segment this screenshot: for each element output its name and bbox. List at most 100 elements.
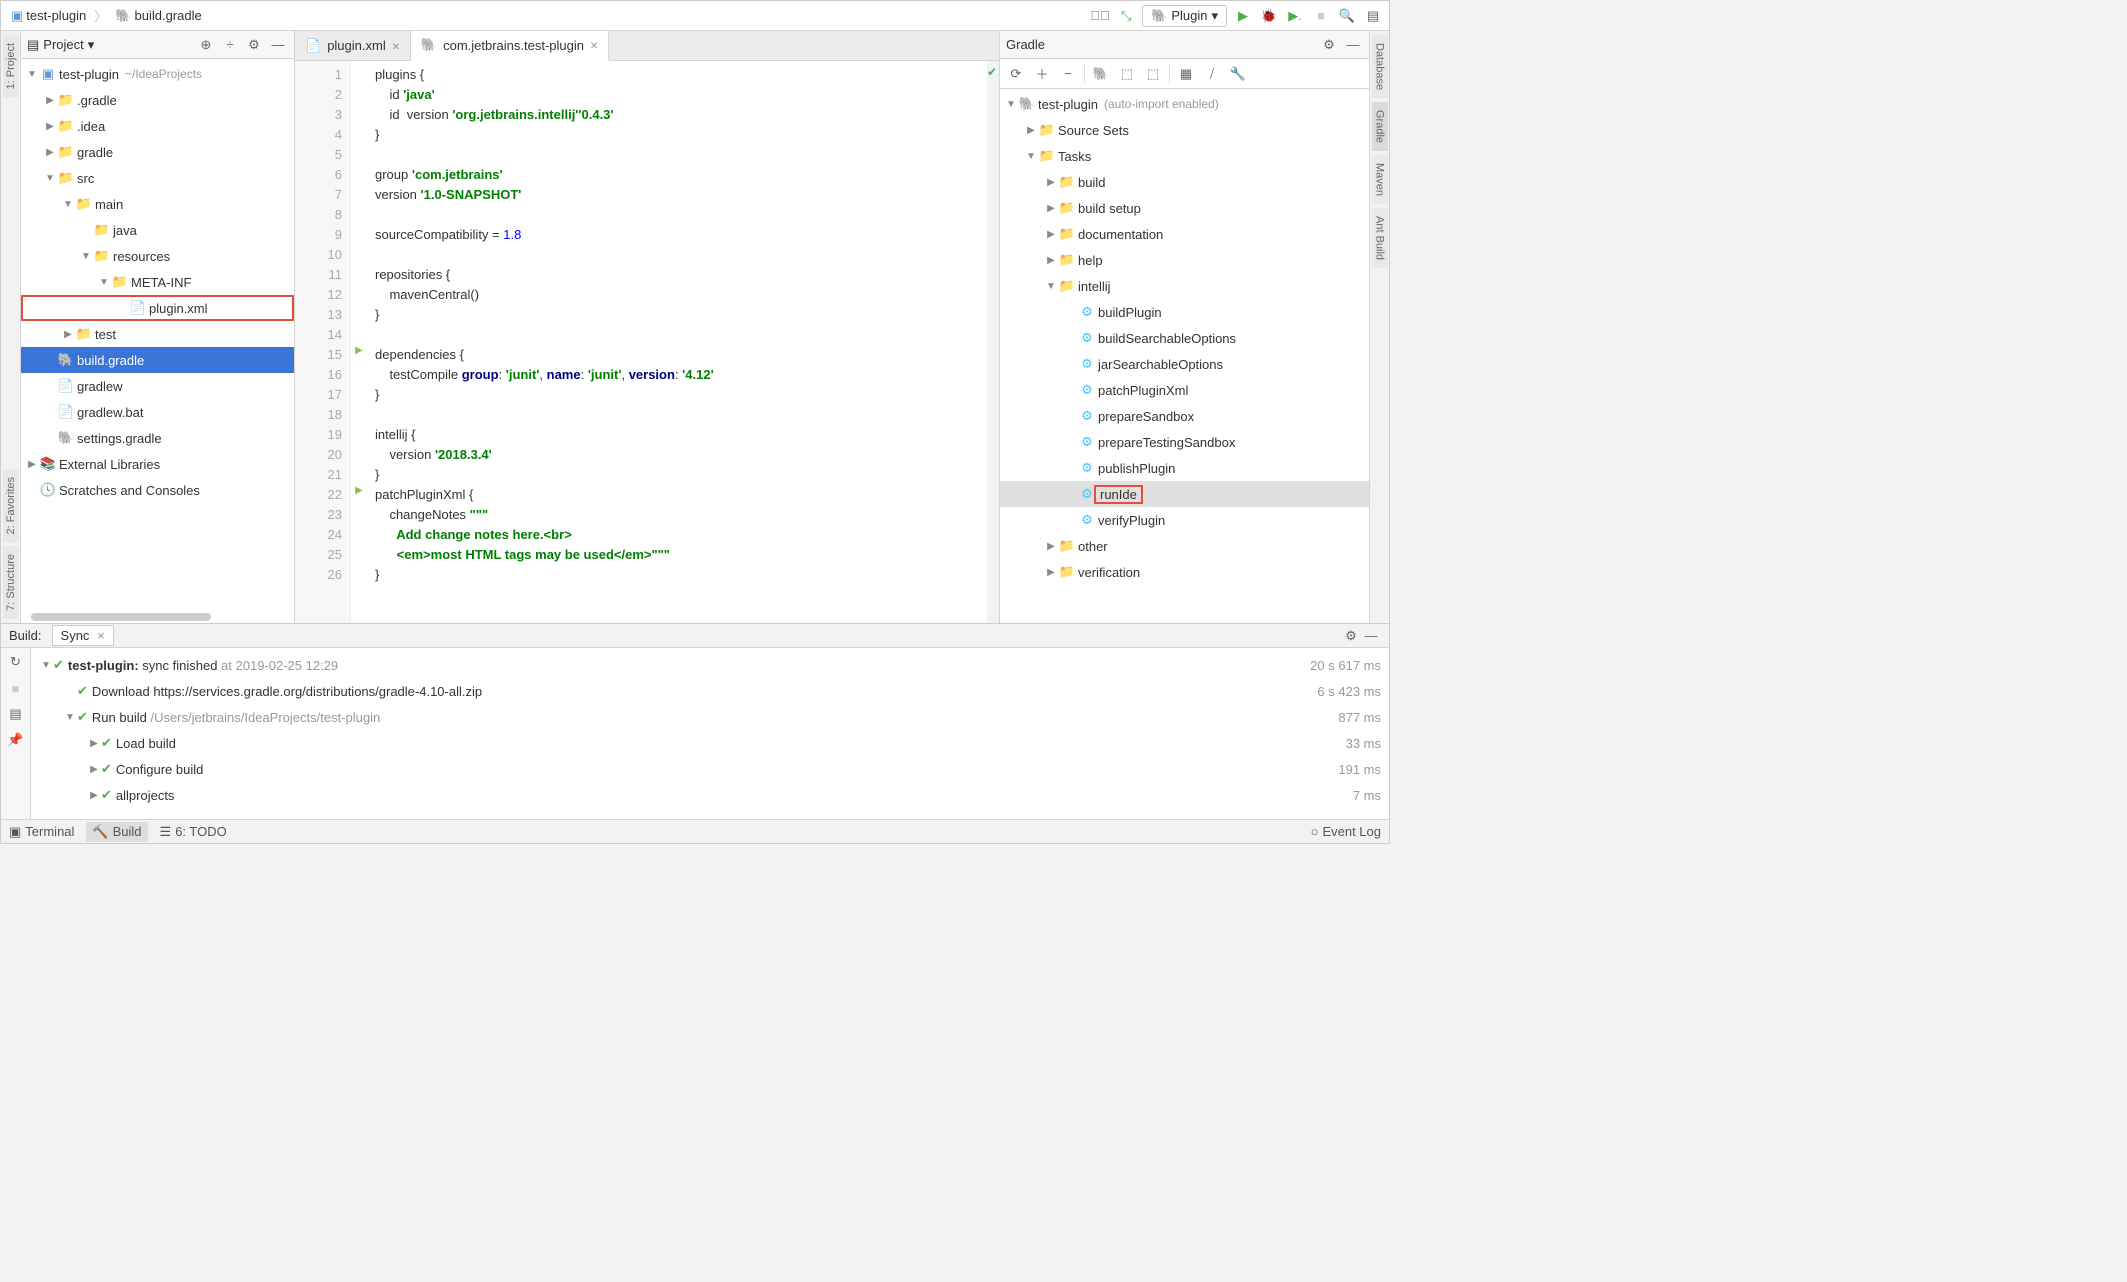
add-icon[interactable]: ＋ <box>1030 64 1054 84</box>
run-config-dropdown[interactable]: 🐘 Plugin ▾ <box>1142 5 1227 27</box>
stop-icon[interactable]: ■ <box>1311 6 1331 26</box>
terminal-button[interactable]: ▣ Terminal <box>9 824 74 840</box>
todo-button[interactable]: ☰ 6: TODO <box>160 824 227 840</box>
show-deps-icon[interactable]: ▦ <box>1174 64 1198 84</box>
build-icon[interactable]: ▶⃞ <box>1090 6 1110 26</box>
line-number-gutter[interactable]: 1234567891011121314151617181920212223242… <box>295 61 351 623</box>
gradle-tree[interactable]: ▼ 🐘 test-plugin (auto-import enabled) ▶📁… <box>1000 89 1369 623</box>
gradle-tree-item[interactable]: ⚙buildPlugin <box>1000 299 1369 325</box>
build-log-row[interactable]: ▶✔Load build33 ms <box>39 730 1381 756</box>
breadcrumb-project[interactable]: ▣ test-plugin <box>7 6 90 26</box>
expand-arrow-icon[interactable]: ▶ <box>1044 567 1058 578</box>
close-icon[interactable]: × <box>392 38 400 54</box>
gutter-structure-tab[interactable]: 7: Structure <box>3 546 19 619</box>
expand-arrow-icon[interactable]: ▶ <box>43 95 57 106</box>
stop-icon[interactable]: ■ <box>6 678 26 698</box>
gradle-tree-item[interactable]: ▶📁verification <box>1000 559 1369 585</box>
gradle-tree-item[interactable]: ▼📁Tasks <box>1000 143 1369 169</box>
gradle-icon[interactable]: 🐘 <box>1089 64 1113 84</box>
tree-item[interactable]: 🐘settings.gradle <box>21 425 294 451</box>
tree-item[interactable]: 🐘build.gradle <box>21 347 294 373</box>
search-icon[interactable]: 🔍 <box>1337 6 1357 26</box>
breadcrumb-file[interactable]: 🐘 build.gradle <box>111 6 205 26</box>
gradle-tree-item[interactable]: ⚙buildSearchableOptions <box>1000 325 1369 351</box>
expand-arrow-icon[interactable]: ▶ <box>43 121 57 132</box>
offline-icon[interactable]: ⧸ <box>1200 64 1224 84</box>
filter-icon[interactable]: ▤ <box>6 704 26 724</box>
gradle-tree-item[interactable]: ⚙prepareSandbox <box>1000 403 1369 429</box>
project-tree[interactable]: ▼ ▣ test-plugin ~/IdeaProjects ▶📁.gradle… <box>21 59 294 623</box>
expand-arrow-icon[interactable]: ▶ <box>43 147 57 158</box>
gradle-tree-root[interactable]: ▼ 🐘 test-plugin (auto-import enabled) <box>1000 91 1369 117</box>
expand-arrow-icon[interactable]: ▶ <box>1044 255 1058 266</box>
gutter-project-tab[interactable]: 1: Project <box>3 35 19 97</box>
editor-tab[interactable]: 🐘com.jetbrains.test-plugin× <box>411 31 609 61</box>
collapse-all-icon[interactable]: ⬚ <box>1141 64 1165 84</box>
tree-item[interactable]: ▶📁.gradle <box>21 87 294 113</box>
gutter-database-tab[interactable]: Database <box>1372 35 1388 98</box>
expand-arrow-icon[interactable]: ▶ <box>61 329 75 340</box>
tree-item[interactable]: ▶📁gradle <box>21 139 294 165</box>
gear-icon[interactable]: ⚙ <box>244 35 264 55</box>
code-editor[interactable]: plugins { id 'java' id version 'org.jetb… <box>367 61 999 623</box>
gradle-tree-item[interactable]: ⚙jarSearchableOptions <box>1000 351 1369 377</box>
tree-root[interactable]: ▼ ▣ test-plugin ~/IdeaProjects <box>21 61 294 87</box>
expand-arrow-icon[interactable]: ▶ <box>1044 541 1058 552</box>
expand-arrow-icon[interactable]: ▼ <box>39 660 53 671</box>
expand-arrow-icon[interactable]: ▼ <box>97 277 111 288</box>
tree-item[interactable]: 📄gradlew.bat <box>21 399 294 425</box>
expand-arrow-icon[interactable]: ▼ <box>61 199 75 210</box>
rerun-icon[interactable]: ↻ <box>6 652 26 672</box>
build-log-row[interactable]: ▼✔test-plugin: sync finished at 2019-02-… <box>39 652 1381 678</box>
locate-icon[interactable]: ⊕ <box>196 35 216 55</box>
remove-icon[interactable]: − <box>1056 64 1080 84</box>
build-log[interactable]: ▼✔test-plugin: sync finished at 2019-02-… <box>31 648 1389 819</box>
gradle-tree-item[interactable]: ▶📁help <box>1000 247 1369 273</box>
layout-icon[interactable]: ▤ <box>1363 6 1383 26</box>
gutter-gradle-tab[interactable]: Gradle <box>1372 102 1388 151</box>
expand-arrow-icon[interactable]: ▼ <box>1004 99 1018 110</box>
build-log-row[interactable]: ▶✔Configure build191 ms <box>39 756 1381 782</box>
tree-item[interactable]: 📁java <box>21 217 294 243</box>
close-icon[interactable]: × <box>97 628 105 643</box>
expand-arrow-icon[interactable]: ▶ <box>87 738 101 749</box>
editor-error-stripe[interactable]: ✔ <box>987 61 999 623</box>
tree-item[interactable]: ▼📁META-INF <box>21 269 294 295</box>
gradle-tree-item[interactable]: ⚙patchPluginXml <box>1000 377 1369 403</box>
expand-arrow-icon[interactable]: ▼ <box>25 69 39 80</box>
debug-icon[interactable]: 🐞 <box>1259 6 1279 26</box>
build-log-row[interactable]: ▶✔allprojects7 ms <box>39 782 1381 808</box>
expand-arrow-icon[interactable]: ▼ <box>43 173 57 184</box>
expand-arrow-icon[interactable]: ▶ <box>1044 177 1058 188</box>
tree-item[interactable]: ▶📁test <box>21 321 294 347</box>
pin-icon[interactable]: 📌 <box>6 730 26 750</box>
hide-icon[interactable]: — <box>1343 35 1363 55</box>
build-log-row[interactable]: ▼✔Run build /Users/jetbrains/IdeaProject… <box>39 704 1381 730</box>
expand-arrow-icon[interactable]: ▼ <box>63 712 77 723</box>
scrollbar-thumb[interactable] <box>31 613 211 621</box>
tree-item[interactable]: ▼📁src <box>21 165 294 191</box>
gradle-tree-item[interactable]: ▶📁build setup <box>1000 195 1369 221</box>
expand-all-icon[interactable]: ⬚ <box>1115 64 1139 84</box>
tree-item[interactable]: 📄gradlew <box>21 373 294 399</box>
expand-arrow-icon[interactable]: ▶ <box>1024 125 1038 136</box>
expand-arrow-icon[interactable]: ▼ <box>1044 281 1058 292</box>
wrench-icon[interactable]: 🔧 <box>1226 64 1250 84</box>
hide-icon[interactable]: — <box>1361 626 1381 646</box>
gutter-maven-tab[interactable]: Maven <box>1372 155 1388 204</box>
gradle-tree-item[interactable]: ⚙prepareTestingSandbox <box>1000 429 1369 455</box>
gradle-tree-item[interactable]: ▼📁intellij <box>1000 273 1369 299</box>
event-log-button[interactable]: ○ Event Log <box>1311 824 1381 839</box>
expand-arrow-icon[interactable]: ▶ <box>25 459 39 470</box>
gradle-tree-item[interactable]: ⚙verifyPlugin <box>1000 507 1369 533</box>
hide-icon[interactable]: — <box>268 35 288 55</box>
build-log-row[interactable]: ✔Download https://services.gradle.org/di… <box>39 678 1381 704</box>
build-button[interactable]: 🔨 Build <box>86 822 147 842</box>
expand-arrow-icon[interactable]: ▼ <box>1024 151 1038 162</box>
project-view-selector[interactable]: ▤ Project ▾ <box>27 37 196 53</box>
gutter-ant-tab[interactable]: Ant Build <box>1372 208 1388 268</box>
tree-ext-libs[interactable]: ▶ 📚 External Libraries <box>21 451 294 477</box>
gutter-favorites-tab[interactable]: 2: Favorites <box>3 469 19 542</box>
expand-arrow-icon[interactable]: ▶ <box>87 764 101 775</box>
refresh-icon[interactable]: ⟳ <box>1004 64 1028 84</box>
